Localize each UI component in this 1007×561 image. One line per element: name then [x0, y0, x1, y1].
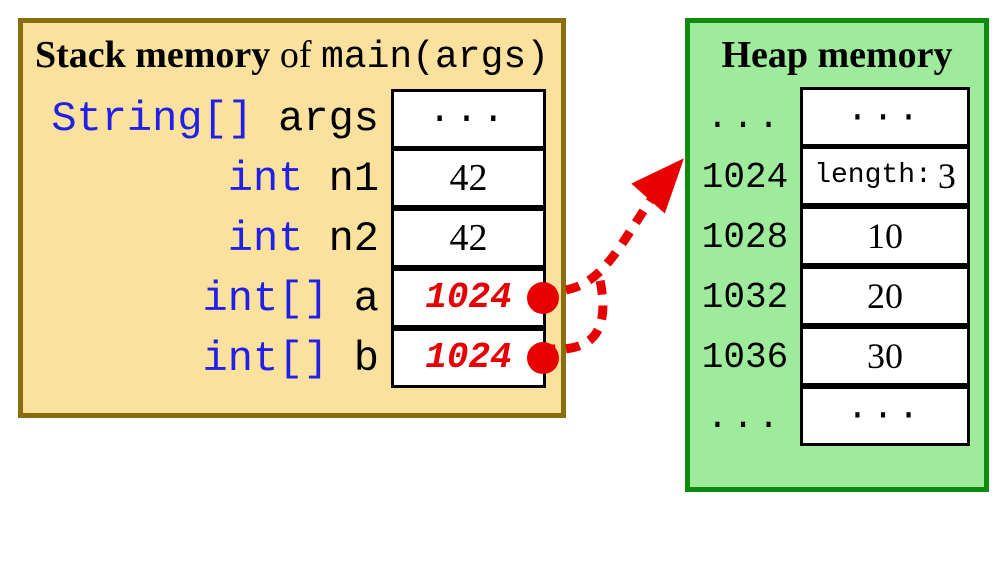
- stack-memory-box: Stack memory of main(args) String[] args…: [18, 18, 566, 418]
- stack-rows: String[] args ··· int n1 42 int n2 42 in…: [23, 89, 561, 389]
- stack-row: String[] args ···: [23, 89, 561, 149]
- heap-row: 1036 30: [690, 327, 984, 387]
- heap-addr: 1032: [690, 277, 800, 318]
- stack-var-label: int[] b: [23, 335, 391, 383]
- heap-addr: 1036: [690, 337, 800, 378]
- heap-row: 1032 20: [690, 267, 984, 327]
- stack-title-of: of: [270, 34, 321, 76]
- heap-addr: 1028: [690, 217, 800, 258]
- heap-memory-box: Heap memory ... ··· 1024 length:3 1028 1…: [685, 18, 989, 492]
- stack-var-cell: 1024: [391, 328, 546, 388]
- stack-var-label: int[] a: [23, 275, 391, 323]
- heap-row: 1024 length:3: [690, 147, 984, 207]
- heap-rows: ... ··· 1024 length:3 1028 10 1032 20 10…: [690, 87, 984, 447]
- heap-addr: ...: [690, 97, 800, 138]
- stack-var-cell: 42: [391, 208, 546, 268]
- stack-var-label: int n1: [23, 155, 391, 203]
- stack-var-label: String[] args: [23, 95, 391, 143]
- heap-row: 1028 10: [690, 207, 984, 267]
- stack-row: int n1 42: [23, 149, 561, 209]
- heap-cell: ···: [800, 386, 970, 446]
- pointer-dot-icon: [527, 282, 559, 314]
- heap-cell: 20: [800, 266, 970, 326]
- stack-var-label: int n2: [23, 215, 391, 263]
- stack-var-cell: 42: [391, 148, 546, 208]
- stack-row: int[] b 1024: [23, 329, 561, 389]
- stack-var-cell: ···: [391, 89, 546, 149]
- stack-row: int[] a 1024: [23, 269, 561, 329]
- pointer-dot-icon: [527, 342, 559, 374]
- heap-cell: length:3: [800, 146, 970, 206]
- heap-row: ... ···: [690, 87, 984, 147]
- heap-cell: 10: [800, 206, 970, 266]
- stack-title-mono: main(args): [321, 36, 549, 79]
- heap-cell: 30: [800, 326, 970, 386]
- stack-title-bold: Stack memory: [35, 34, 270, 76]
- stack-var-cell: 1024: [391, 268, 546, 328]
- heap-addr: ...: [690, 397, 800, 438]
- stack-row: int n2 42: [23, 209, 561, 269]
- heap-title: Heap memory: [690, 33, 984, 77]
- stack-title: Stack memory of main(args): [23, 33, 561, 79]
- heap-cell: ···: [800, 87, 970, 147]
- heap-addr: 1024: [690, 157, 800, 198]
- heap-row: ... ···: [690, 387, 984, 447]
